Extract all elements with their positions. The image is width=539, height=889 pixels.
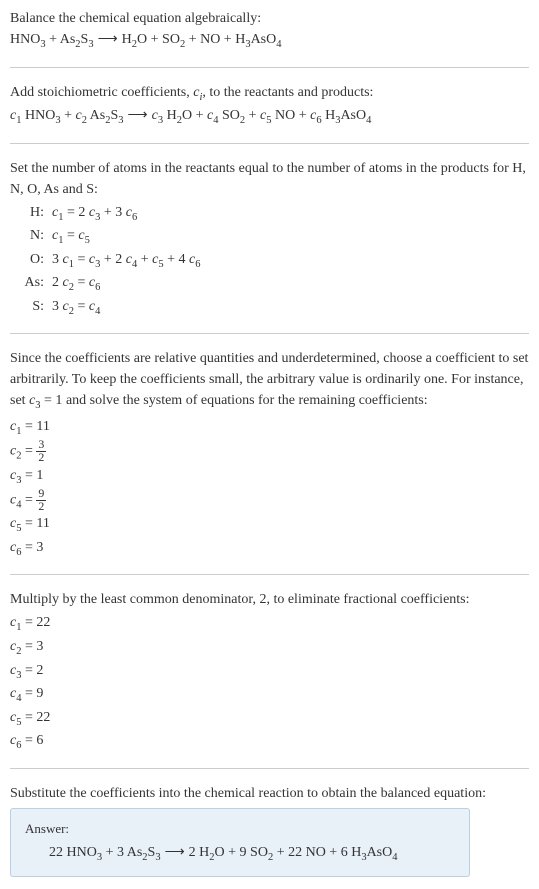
eq-value: 3 c1 = c3 + 2 c4 + c5 + 4 c6	[52, 249, 200, 273]
step2-section: Add stoichiometric coefficients, ci, to …	[10, 82, 529, 129]
step3-text: Set the number of atoms in the reactants…	[10, 158, 529, 200]
atom-equations: H: c1 = 2 c3 + 3 c6 N: c1 = c5 O: 3 c1 =…	[14, 202, 529, 320]
step5-text: Multiply by the least common denominator…	[10, 589, 529, 610]
coeff-row: c5 = 22	[10, 707, 529, 731]
eq-row-h: H: c1 = 2 c3 + 3 c6	[14, 202, 529, 226]
eq-row-o: O: 3 c1 = c3 + 2 c4 + c5 + 4 c6	[14, 249, 529, 273]
step6-text: Substitute the coefficients into the che…	[10, 783, 529, 804]
divider	[10, 333, 529, 334]
step5-section: Multiply by the least common denominator…	[10, 589, 529, 753]
step1-text: Balance the chemical equation algebraica…	[10, 8, 529, 29]
eq-row-n: N: c1 = c5	[14, 225, 529, 249]
eq-label: O:	[14, 249, 44, 270]
coeff-row: c6 = 6	[10, 730, 529, 754]
divider	[10, 768, 529, 769]
step1-section: Balance the chemical equation algebraica…	[10, 8, 529, 53]
divider	[10, 67, 529, 68]
eq-value: 2 c2 = c6	[52, 272, 100, 296]
coeff-row: c4 = 9	[10, 683, 529, 707]
eq-label: H:	[14, 202, 44, 223]
coeff-row: c2 = 3	[10, 636, 529, 660]
coeff-row: c1 = 22	[10, 612, 529, 636]
answer-equation: 22 HNO3 + 3 As2S3⟶2 H2O + 9 SO2 + 22 NO …	[49, 842, 455, 866]
eq-label: S:	[14, 296, 44, 317]
coeff-row: c2 = 32	[10, 439, 529, 464]
step6-section: Substitute the coefficients into the che…	[10, 783, 529, 877]
step2-text: Add stoichiometric coefficients, ci, to …	[10, 82, 529, 106]
eq-row-s: S: 3 c2 = c4	[14, 296, 529, 320]
divider	[10, 143, 529, 144]
coeff-row: c3 = 2	[10, 660, 529, 684]
coeff-row: c1 = 11	[10, 416, 529, 440]
coeff-row: c4 = 92	[10, 488, 529, 513]
step3-section: Set the number of atoms in the reactants…	[10, 158, 529, 320]
answer-box: Answer: 22 HNO3 + 3 As2S3⟶2 H2O + 9 SO2 …	[10, 808, 470, 877]
eq-value: 3 c2 = c4	[52, 296, 100, 320]
eq-value: c1 = 2 c3 + 3 c6	[52, 202, 137, 226]
coeff-row: c6 = 3	[10, 537, 529, 561]
coeff-row: c3 = 1	[10, 465, 529, 489]
divider	[10, 574, 529, 575]
eq-label: N:	[14, 225, 44, 246]
eq-label: As:	[14, 272, 44, 293]
eq-row-as: As: 2 c2 = c6	[14, 272, 529, 296]
coeff-row: c5 = 11	[10, 513, 529, 537]
step4-text: Since the coefficients are relative quan…	[10, 348, 529, 414]
eq-value: c1 = c5	[52, 225, 90, 249]
step2-equation: c1 HNO3 + c2 As2S3⟶c3 H2O + c4 SO2 + c5 …	[10, 105, 529, 129]
answer-label: Answer:	[25, 819, 455, 839]
coeff-list: c1 = 11 c2 = 32 c3 = 1 c4 = 92 c5 = 11 c…	[10, 416, 529, 561]
step1-equation: HNO3 + As2S3⟶H2O + SO2 + NO + H3AsO4	[10, 29, 529, 53]
coeff-list: c1 = 22 c2 = 3 c3 = 2 c4 = 9 c5 = 22 c6 …	[10, 612, 529, 753]
step4-section: Since the coefficients are relative quan…	[10, 348, 529, 560]
